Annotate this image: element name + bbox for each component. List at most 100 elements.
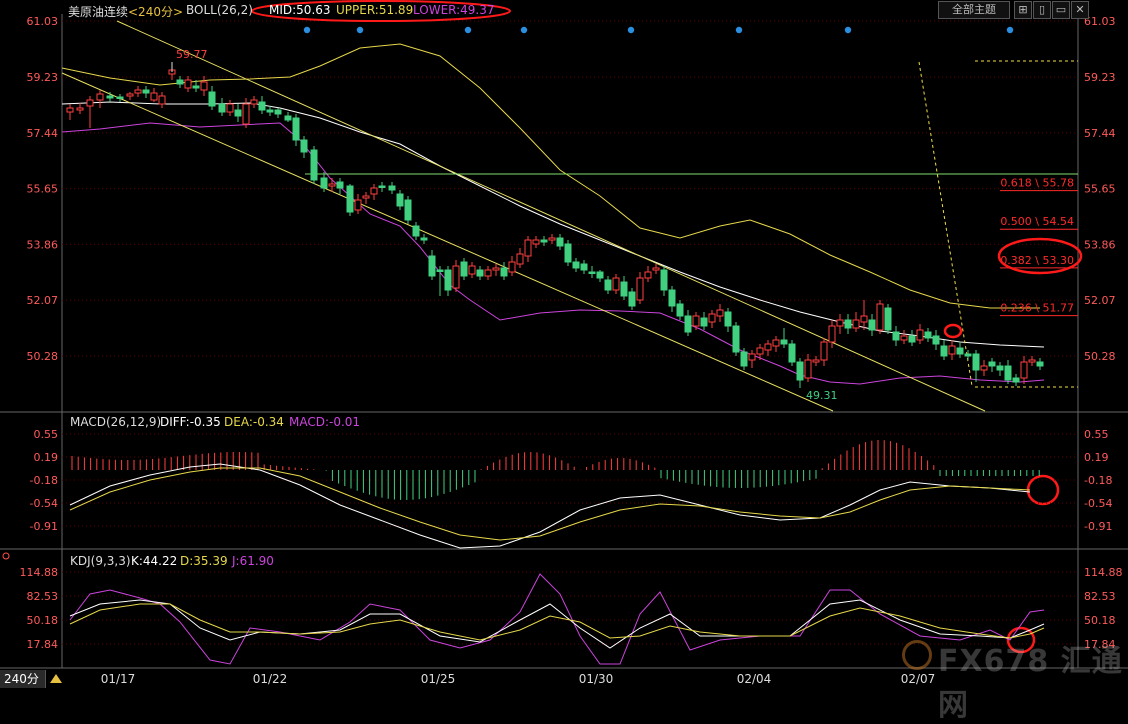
candle-body bbox=[134, 89, 142, 94]
candle-body bbox=[336, 181, 344, 189]
boll-mid-line bbox=[61, 101, 1045, 348]
event-marker-dot bbox=[1006, 26, 1014, 34]
candle bbox=[378, 182, 386, 192]
candle bbox=[126, 92, 134, 100]
fib-level-label: 0.236 \ 51.77 bbox=[1000, 302, 1074, 315]
candle-body bbox=[756, 347, 764, 355]
watermark: FX678 汇通网 bbox=[938, 644, 1123, 723]
candle-body bbox=[612, 277, 620, 291]
price-chart[interactable]: 61.03 61.0359.23 59.2357.44 57.4455.65 55.65… bbox=[0, 0, 1128, 693]
candle-body bbox=[820, 341, 828, 361]
restore-window-icon[interactable]: ▯ bbox=[1033, 1, 1051, 19]
candle-body bbox=[86, 99, 94, 107]
candlestick-series bbox=[66, 62, 1044, 388]
candle bbox=[200, 76, 208, 96]
candle bbox=[218, 98, 226, 116]
candle-body bbox=[836, 319, 844, 327]
candle bbox=[1036, 358, 1044, 370]
period-button[interactable]: 240分 bbox=[0, 670, 46, 688]
candle-body bbox=[320, 177, 328, 189]
boll-mid: MID:50.63 bbox=[269, 3, 331, 17]
macd-tick-right: 0.19 bbox=[1084, 451, 1109, 464]
candle bbox=[362, 192, 370, 204]
macd-tick-left: -0.91 bbox=[30, 520, 58, 533]
candle-body bbox=[716, 309, 724, 317]
candle bbox=[844, 314, 852, 334]
chart-stage[interactable]: 61.03 61.03 59.23 59.23 57.44 57.44 55.65 55.65… bbox=[0, 0, 1128, 723]
candle-body bbox=[142, 89, 150, 94]
candle-body bbox=[250, 99, 258, 105]
candle-body bbox=[1020, 361, 1028, 379]
date-tick-label: 01/22 bbox=[253, 672, 288, 686]
candle bbox=[604, 276, 612, 294]
candle bbox=[1012, 374, 1020, 386]
candle bbox=[628, 288, 636, 310]
candle-body bbox=[748, 353, 756, 361]
kdj-tick-left: 17.84 bbox=[27, 638, 59, 651]
candle-body bbox=[652, 267, 660, 271]
boll-lower: LOWER:49.37 bbox=[413, 3, 495, 17]
candle-body bbox=[452, 265, 460, 289]
candle-body bbox=[988, 361, 996, 367]
candle bbox=[884, 304, 892, 334]
macd-tick-right: -0.18 bbox=[1084, 474, 1112, 487]
candle-body bbox=[964, 353, 972, 357]
candle-body bbox=[692, 315, 700, 327]
candle-body bbox=[242, 103, 250, 125]
candle bbox=[310, 146, 318, 184]
candle-body bbox=[476, 269, 484, 277]
kdj-tick-left: 50.18 bbox=[27, 614, 59, 627]
event-marker-dot bbox=[303, 26, 311, 34]
date-tick-label: 01/30 bbox=[579, 672, 614, 686]
candle bbox=[564, 240, 572, 266]
period-arrow-icon bbox=[50, 674, 62, 683]
candle bbox=[980, 360, 988, 376]
date-tick-label: 01/17 bbox=[101, 672, 136, 686]
candle bbox=[476, 266, 484, 280]
candle bbox=[150, 88, 158, 102]
candle bbox=[274, 108, 282, 118]
candle bbox=[996, 362, 1004, 376]
candle bbox=[796, 358, 804, 388]
candle bbox=[596, 270, 604, 282]
candle bbox=[772, 336, 780, 352]
price-tick-left: 59.23 bbox=[27, 71, 59, 84]
candle bbox=[612, 274, 620, 294]
price-tick-left: 61.03 bbox=[27, 15, 59, 28]
candle bbox=[700, 312, 708, 330]
price-tick-left: 57.44 bbox=[27, 127, 59, 140]
candle bbox=[780, 328, 788, 348]
candle-body bbox=[1012, 377, 1020, 383]
price-highlight-oval bbox=[943, 323, 963, 339]
candle bbox=[636, 272, 644, 304]
candle-body bbox=[76, 107, 84, 111]
candle bbox=[96, 90, 104, 108]
watermark-logo-icon bbox=[902, 640, 932, 670]
channel-upper-line bbox=[116, 20, 986, 412]
theme-select-button[interactable]: 全部主题 bbox=[938, 1, 1010, 19]
maximize-window-icon[interactable]: ▭ bbox=[1052, 1, 1070, 19]
candle-body bbox=[548, 237, 556, 241]
macd-tick-right: -0.91 bbox=[1084, 520, 1112, 533]
candle-body bbox=[388, 185, 396, 191]
candle bbox=[468, 262, 476, 278]
candle-body bbox=[524, 239, 532, 257]
candle bbox=[1020, 356, 1028, 384]
candle-body bbox=[540, 239, 548, 243]
candle bbox=[708, 310, 716, 328]
close-icon[interactable]: ✕ bbox=[1071, 1, 1089, 19]
event-marker-dot bbox=[735, 26, 743, 34]
candle bbox=[158, 92, 166, 108]
candle-body bbox=[980, 365, 988, 371]
candle-body bbox=[66, 107, 74, 113]
candle-body bbox=[828, 325, 836, 343]
grid-layout-icon[interactable]: ⊞ bbox=[1014, 1, 1032, 19]
candle bbox=[828, 320, 836, 348]
candle bbox=[420, 234, 428, 244]
candle bbox=[988, 358, 996, 372]
event-marker-dot bbox=[520, 26, 528, 34]
candle-body bbox=[444, 269, 452, 291]
candle-body bbox=[932, 335, 940, 345]
candle bbox=[932, 330, 940, 350]
candle-body bbox=[588, 271, 596, 274]
